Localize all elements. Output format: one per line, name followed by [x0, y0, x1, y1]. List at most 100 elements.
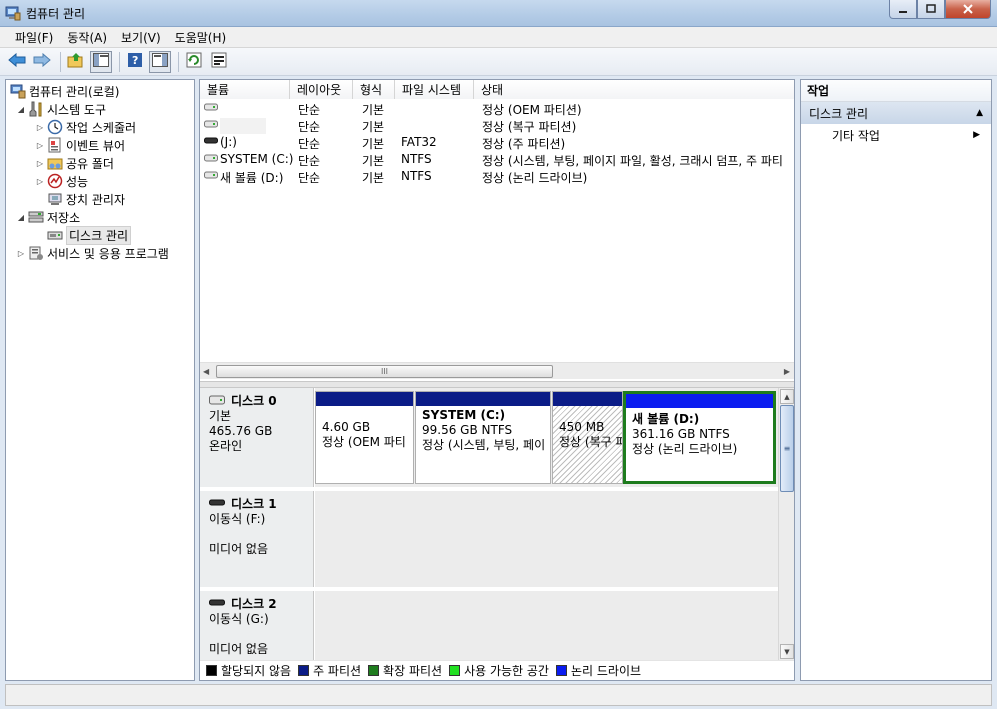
- disk-0-type: 기본: [209, 409, 232, 423]
- menu-view[interactable]: 보기(V): [114, 29, 168, 46]
- partition-oem[interactable]: 4.60 GB 정상 (OEM 파티: [315, 391, 414, 484]
- legend-item: 논리 드라이브: [555, 662, 641, 679]
- tree-item-services-apps[interactable]: ▷ 서비스 및 응용 프로그램: [6, 244, 194, 262]
- horizontal-scrollbar[interactable]: ◀ III ▶: [200, 362, 794, 379]
- disk-2-label[interactable]: 디스크 2 이동식 (G:) 미디어 없음: [200, 591, 314, 660]
- actions-section-disk-management[interactable]: 디스크 관리 ▲: [801, 102, 991, 124]
- pane-splitter[interactable]: [200, 381, 794, 388]
- disk-1-label[interactable]: 디스크 1 이동식 (F:) 미디어 없음: [200, 491, 314, 587]
- menu-file[interactable]: 파일(F): [8, 29, 60, 46]
- disk-2-empty-area: [315, 591, 778, 660]
- volume-layout: 단순: [298, 120, 321, 134]
- column-header-layout[interactable]: 레이아웃: [290, 80, 353, 99]
- expand-arrow-icon[interactable]: ▷: [34, 123, 46, 132]
- legend-item: 사용 가능한 공간: [448, 662, 549, 679]
- tree-item-device-manager[interactable]: 장치 관리자: [6, 190, 194, 208]
- volume-name: (J:): [220, 135, 237, 149]
- device-manager-icon: [47, 191, 63, 207]
- collapse-arrow-icon[interactable]: ◢: [15, 105, 27, 114]
- toolbar-separator: [178, 51, 179, 72]
- menu-help[interactable]: 도움말(H): [168, 29, 234, 46]
- legend-item: 확장 파티션: [367, 662, 442, 679]
- refresh-button[interactable]: [183, 51, 205, 73]
- minimize-button[interactable]: [889, 0, 917, 19]
- scroll-left-arrow-icon[interactable]: ◀: [203, 367, 209, 376]
- logical-drive-bar: [626, 394, 773, 408]
- drive-icon: [204, 118, 218, 133]
- svg-text:?: ?: [132, 54, 138, 67]
- collapse-up-icon[interactable]: ▲: [976, 108, 983, 118]
- actions-title: 작업: [801, 80, 991, 102]
- scroll-down-arrow-icon[interactable]: ▼: [780, 644, 794, 659]
- volume-type: 기본: [362, 137, 385, 151]
- close-button[interactable]: [945, 0, 991, 19]
- tree-item-label: 서비스 및 응용 프로그램: [47, 246, 169, 261]
- volume-filesystem: NTFS: [401, 169, 432, 183]
- scrollbar-thumb[interactable]: III: [216, 365, 553, 378]
- performance-icon: [47, 173, 63, 189]
- disk-1-name-row: 디스크 1: [209, 497, 313, 512]
- legend-label: 할당되지 않음: [221, 664, 292, 678]
- drive-icon: [204, 101, 218, 116]
- maximize-button[interactable]: [917, 0, 945, 19]
- disk-0-label[interactable]: 디스크 0 기본 465.76 GB 온라인: [200, 388, 314, 487]
- show-hide-tree-button[interactable]: [90, 50, 112, 73]
- disk-management-pane: 볼륨 레이아웃 형식 파일 시스템 상태 단순 기본 정상 (OEM 파티션) …: [199, 79, 795, 681]
- volume-list-header: 볼륨 레이아웃 형식 파일 시스템 상태: [200, 80, 794, 99]
- expand-arrow-icon[interactable]: ▷: [15, 249, 27, 258]
- volume-row[interactable]: SYSTEM (C:) 단순 기본 NTFS 정상 (시스템, 부팅, 페이지 …: [200, 151, 794, 168]
- tree-item-computer-management[interactable]: 컴퓨터 관리(로컬): [6, 82, 194, 100]
- disk-1-state: 미디어 없음: [209, 542, 269, 556]
- up-level-button[interactable]: [65, 51, 87, 73]
- tree-item-task-scheduler[interactable]: ▷ 작업 스케줄러: [6, 118, 194, 136]
- scroll-up-arrow-icon[interactable]: ▲: [780, 389, 794, 404]
- scroll-right-arrow-icon[interactable]: ▶: [784, 367, 790, 376]
- partition-system-c[interactable]: SYSTEM (C:) 99.56 GB NTFS 정상 (시스템, 부팅, 페…: [415, 391, 551, 484]
- tree-item-label: 장치 관리자: [66, 192, 126, 207]
- show-hide-action-button[interactable]: [149, 50, 171, 73]
- partition-size: 99.56 GB NTFS: [422, 423, 513, 437]
- menu-action[interactable]: 동작(A): [60, 29, 114, 46]
- scrollbar-grip: III: [380, 367, 389, 376]
- partition-new-volume-d[interactable]: 새 볼륨 (D:) 361.16 GB NTFS 정상 (논리 드라이브): [623, 391, 776, 484]
- tree-item-performance[interactable]: ▷ 성능: [6, 172, 194, 190]
- volume-name: SYSTEM (C:): [220, 152, 294, 166]
- column-header-filesystem[interactable]: 파일 시스템: [395, 80, 474, 99]
- tree-item-system-tools[interactable]: ◢ 시스템 도구: [6, 100, 194, 118]
- properties-icon: [211, 52, 227, 71]
- tree-item-shared-folders[interactable]: ▷ 공유 폴더: [6, 154, 194, 172]
- tree-item-disk-management[interactable]: 디스크 관리: [6, 225, 194, 245]
- action-more-actions[interactable]: 기타 작업 ▶: [801, 124, 991, 146]
- back-button[interactable]: [6, 51, 28, 73]
- partition-recovery[interactable]: 450 MB 정상 (복구 파: [552, 391, 623, 484]
- forward-button[interactable]: [31, 51, 53, 73]
- volume-layout: 단순: [298, 171, 321, 185]
- expand-arrow-icon[interactable]: ▷: [34, 177, 46, 186]
- column-header-volume[interactable]: 볼륨: [200, 80, 290, 99]
- help-button[interactable]: ?: [124, 51, 146, 73]
- tree-item-label: 작업 스케줄러: [66, 120, 137, 135]
- toolbar-separator: [60, 51, 61, 72]
- navigation-tree: 컴퓨터 관리(로컬) ◢ 시스템 도구 ▷ 작업 스케줄러 ▷ 이벤트 뷰어 ▷…: [5, 79, 195, 681]
- tree-item-event-viewer[interactable]: ▷ 이벤트 뷰어: [6, 136, 194, 154]
- toolbar: ?: [0, 48, 997, 76]
- column-header-type[interactable]: 형식: [353, 80, 395, 99]
- partition-legend: 할당되지 않음 주 파티션 확장 파티션 사용 가능한 공간 논리 드라이브: [200, 660, 794, 680]
- column-header-status[interactable]: 상태: [474, 80, 794, 99]
- tree-item-storage[interactable]: ◢ 저장소: [6, 208, 194, 226]
- partition-size: 450 MB: [559, 420, 605, 434]
- partition-status: 정상 (논리 드라이브): [632, 442, 738, 456]
- volume-layout: 단순: [298, 103, 321, 117]
- properties-button[interactable]: [208, 51, 230, 73]
- expand-arrow-icon[interactable]: ▷: [34, 141, 46, 150]
- disk-1-type: 이동식 (F:): [209, 512, 266, 526]
- volume-layout: 단순: [298, 154, 321, 168]
- vertical-scrollbar[interactable]: ▲ ≡ ▼: [778, 388, 794, 660]
- scrollbar-thumb[interactable]: ≡: [780, 405, 794, 492]
- show-hide-tree-icon: [93, 53, 109, 70]
- expand-arrow-icon[interactable]: ▷: [34, 159, 46, 168]
- disk-graphical-view: 디스크 0 기본 465.76 GB 온라인 4.60 GB 정상 (OEM 파…: [200, 388, 794, 660]
- tree-item-label: 성능: [66, 174, 89, 189]
- collapse-arrow-icon[interactable]: ◢: [15, 213, 27, 222]
- volume-filesystem: FAT32: [401, 135, 437, 149]
